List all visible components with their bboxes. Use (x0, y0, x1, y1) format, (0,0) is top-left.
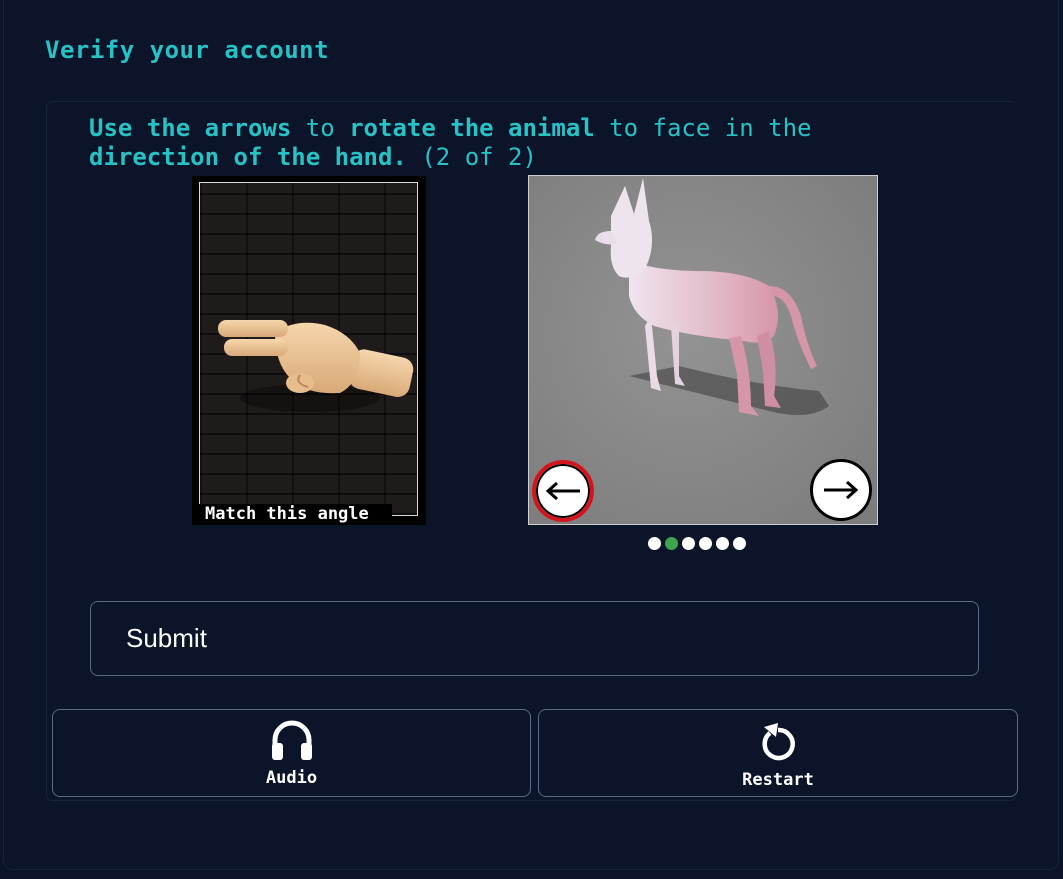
reference-image: Match this angle (192, 176, 426, 525)
arrow-left-icon (545, 481, 580, 501)
progress-dot (648, 536, 661, 550)
progress-dot (716, 536, 729, 550)
restart-icon (762, 723, 795, 761)
restart-button[interactable]: Restart (538, 709, 1018, 797)
progress-dot (699, 536, 712, 550)
arrow-right-icon (824, 480, 859, 500)
page-title: Verify your account (45, 36, 330, 64)
pointing-hand-figure (218, 320, 414, 412)
challenge-instruction: Use the arrows to rotate the animal to f… (89, 114, 909, 172)
submit-button[interactable]: Submit (90, 601, 979, 676)
rotate-left-button[interactable] (532, 460, 594, 522)
audio-button[interactable]: Audio (52, 709, 531, 797)
rotate-right-button[interactable] (810, 459, 872, 521)
instruction-part: direction of the hand. (89, 143, 407, 171)
instruction-part: Use the arrows (89, 114, 292, 142)
progress-dot-active (665, 536, 678, 550)
audio-label: Audio (265, 768, 318, 788)
instruction-part: to face in the (594, 114, 812, 142)
instruction-part: to (291, 114, 350, 142)
headphones-icon (271, 720, 312, 760)
progress-dots (648, 535, 746, 551)
restart-label: Restart (742, 770, 814, 790)
instruction-part: rotate the animal (349, 114, 595, 142)
rotatable-animal-view[interactable] (528, 175, 878, 525)
reference-label: Match this angle (192, 504, 392, 525)
progress-dot (733, 536, 746, 550)
reference-photo (199, 182, 418, 516)
instruction-part: (2 of 2) (406, 143, 537, 171)
progress-dot (682, 536, 695, 550)
